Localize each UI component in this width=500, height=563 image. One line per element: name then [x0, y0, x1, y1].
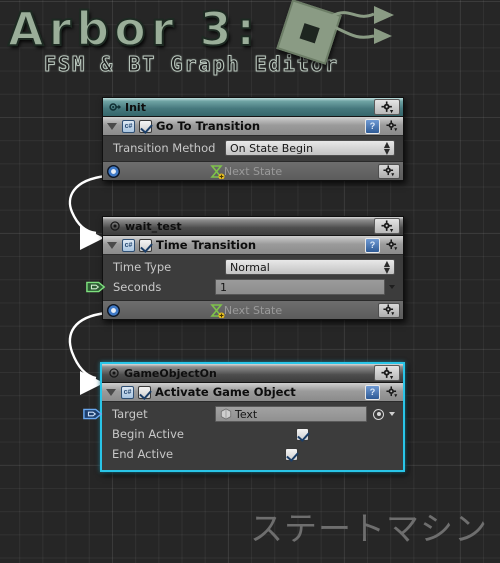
- component-body-gameobjecton: Target Text Begin Active End Active: [83, 402, 403, 470]
- state-icon: [109, 368, 119, 378]
- component-settings-button[interactable]: [384, 385, 400, 400]
- end-active-checkbox[interactable]: [285, 447, 299, 461]
- transition-settings-button[interactable]: [378, 163, 400, 179]
- component-title: Time Transition: [156, 238, 257, 252]
- transition-bar-next-state-wait-test[interactable]: Next State: [103, 300, 403, 319]
- target-object-field[interactable]: Text: [215, 406, 367, 422]
- component-settings-button[interactable]: [384, 238, 400, 253]
- csharp-script-icon: c#: [122, 119, 135, 133]
- hourglass-add-icon: [210, 304, 225, 318]
- dropdown-value: Normal: [230, 260, 270, 274]
- dropdown-value: On State Begin: [230, 141, 314, 155]
- begin-active-checkbox[interactable]: [295, 427, 309, 441]
- field-row-begin-active[interactable]: Begin Active: [102, 424, 403, 444]
- transition-output-port[interactable]: [107, 164, 120, 178]
- target-value: Text: [235, 407, 258, 421]
- node-settings-button-wait-test[interactable]: [374, 218, 400, 234]
- csharp-script-icon: c#: [122, 238, 135, 252]
- node-settings-button-init[interactable]: [374, 99, 400, 115]
- object-picker-icon[interactable]: [373, 408, 384, 420]
- help-book-icon[interactable]: ?: [365, 384, 380, 400]
- foldout-triangle-icon[interactable]: [106, 388, 116, 396]
- field-label: Transition Method: [113, 141, 216, 155]
- component-settings-button[interactable]: [384, 119, 400, 134]
- node-title-wait-test: wait_test: [125, 219, 182, 233]
- field-row-end-active[interactable]: End Active: [102, 444, 403, 464]
- gear-icon: [386, 120, 398, 132]
- foldout-triangle-icon[interactable]: [107, 122, 117, 130]
- transition-method-dropdown[interactable]: On State Begin ▲ ▼: [225, 140, 395, 156]
- gear-icon: [386, 239, 398, 251]
- node-header-gameobjecton[interactable]: GameObjectOn: [102, 364, 403, 383]
- node-settings-button-gameobjecton[interactable]: [374, 365, 400, 381]
- field-row-target[interactable]: Target Text: [83, 404, 403, 424]
- component-header-activate-game-object[interactable]: c# Activate Game Object ?: [102, 383, 403, 402]
- gear-icon: [386, 386, 398, 398]
- start-state-icon: [109, 103, 121, 111]
- transition-settings-button[interactable]: [378, 302, 400, 318]
- component-header-time-transition[interactable]: c# Time Transition ?: [103, 236, 403, 255]
- gear-icon: [383, 304, 395, 316]
- component-enabled-checkbox[interactable]: [139, 119, 152, 133]
- gear-icon: [380, 219, 393, 232]
- field-label: Begin Active: [112, 427, 184, 441]
- gear-icon: [380, 366, 393, 379]
- transition-label: Next State: [223, 303, 283, 317]
- data-input-port-seconds[interactable]: [86, 279, 106, 295]
- field-label: End Active: [112, 447, 174, 461]
- foldout-triangle-icon[interactable]: [107, 241, 117, 249]
- field-row-seconds[interactable]: Seconds 1: [86, 277, 403, 297]
- node-header-wait-test[interactable]: wait_test: [103, 217, 403, 236]
- state-node-gameobjecton[interactable]: GameObjectOn c# Activate Game Object ? T…: [83, 362, 405, 472]
- state-node-init[interactable]: Init c# Go To Transition ? Transition Me…: [102, 97, 404, 181]
- time-type-dropdown[interactable]: Normal ▲ ▼: [225, 259, 395, 275]
- updown-arrows-icon: ▲ ▼: [383, 140, 390, 156]
- csharp-script-icon: c#: [121, 385, 134, 399]
- component-body-wait-test: Time Type Normal ▲ ▼ Seconds 1: [86, 255, 403, 300]
- updown-arrows-icon: ▲ ▼: [383, 259, 390, 275]
- field-row-transition-method[interactable]: Transition Method On State Begin ▲ ▼: [103, 138, 403, 158]
- transition-output-port[interactable]: [107, 303, 120, 317]
- field-row-time-type[interactable]: Time Type Normal ▲ ▼: [103, 257, 403, 277]
- node-title-gameobjecton: GameObjectOn: [124, 366, 217, 380]
- gameobject-cube-icon: [220, 408, 232, 420]
- gear-icon: [380, 100, 393, 113]
- field-label: Time Type: [113, 260, 172, 274]
- component-header-go-to-transition[interactable]: c# Go To Transition ?: [103, 117, 403, 136]
- help-book-icon[interactable]: ?: [365, 237, 380, 253]
- state-icon: [110, 221, 120, 231]
- seconds-input[interactable]: 1: [215, 279, 385, 295]
- component-title: Go To Transition: [156, 119, 261, 133]
- component-body-init: Transition Method On State Begin ▲ ▼: [103, 136, 403, 161]
- component-enabled-checkbox[interactable]: [138, 385, 151, 399]
- component-enabled-checkbox[interactable]: [139, 238, 152, 252]
- seconds-value: 1: [220, 280, 227, 294]
- node-header-init[interactable]: Init: [103, 98, 403, 117]
- transition-bar-next-state-init[interactable]: Next State: [103, 161, 403, 180]
- field-label: Target: [112, 407, 148, 421]
- chevron-down-icon[interactable]: [389, 412, 395, 416]
- state-node-wait-test[interactable]: wait_test c# Time Transition ? Time Type…: [86, 216, 404, 320]
- gear-icon: [383, 165, 395, 177]
- transition-label: Next State: [223, 164, 283, 178]
- component-title: Activate Game Object: [155, 385, 296, 399]
- help-book-icon[interactable]: ?: [365, 118, 380, 134]
- field-label: Seconds: [113, 280, 162, 294]
- data-input-port-target[interactable]: [83, 406, 103, 422]
- hourglass-add-icon: [210, 165, 225, 179]
- node-title-init: Init: [125, 100, 146, 114]
- chevron-down-icon[interactable]: [389, 285, 395, 289]
